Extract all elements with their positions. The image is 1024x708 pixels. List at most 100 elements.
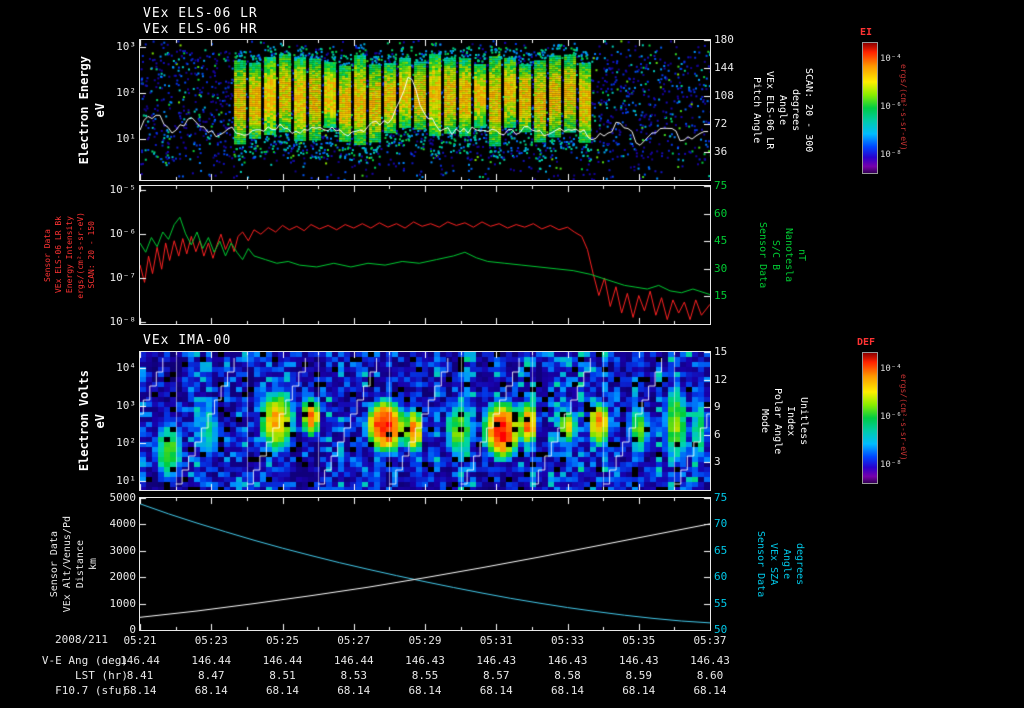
axis-label-line: nT <box>796 248 807 262</box>
time-tick-label: 05:29 <box>408 634 442 647</box>
y-axis-tick-label: 10² <box>116 436 136 450</box>
axis-label-line: Electron Energy <box>77 55 91 165</box>
data-row-value: 8.55 <box>411 669 439 682</box>
time-tick-label: 05:21 <box>123 634 157 647</box>
right-axis-tick-label: 70 <box>714 517 728 531</box>
axis-label-line: Distance <box>75 539 86 589</box>
time-tick-label: 05:35 <box>622 634 656 647</box>
right-axis-tick-label: 108 <box>714 89 734 102</box>
axis-label-line: Mode <box>759 408 770 434</box>
right-axis-tick-label: 144 <box>714 61 734 74</box>
y-axis-tick-label: 10⁻⁷ <box>109 271 137 284</box>
colorbar-tick-label: 10⁻⁸ <box>880 460 902 471</box>
data-row-value: 68.14 <box>550 684 585 697</box>
axis-label-line: eV <box>93 102 107 118</box>
els-bk-field-plot-area <box>140 186 710 324</box>
panel1-left-axis-label: Electron Energy eV <box>76 40 108 180</box>
right-axis-tick-label: 65 <box>714 543 728 557</box>
data-row-value: 146.43 <box>405 654 445 667</box>
data-row-value: 68.14 <box>337 684 371 697</box>
time-tick-label: 05:23 <box>194 634 228 647</box>
y-axis-tick-label: 1000 <box>109 596 137 610</box>
axis-label-line: Nanotesla <box>783 227 794 283</box>
data-row-value: 68.14 <box>622 684 656 697</box>
vex-orbit-summary-plot: VEx ELS-06 LR VEx ELS-06 HR VEx IMA-00 E… <box>0 0 1024 708</box>
panel3-title-ima: VEx IMA-00 <box>143 333 232 348</box>
axis-label-line: Angle <box>781 548 792 580</box>
data-row-value: 68.14 <box>479 684 513 697</box>
colorbar-ei <box>862 42 878 174</box>
y-axis-tick-label: 10⁻⁶ <box>109 227 137 241</box>
data-row-value: 146.43 <box>690 654 730 667</box>
colorbar-ei-gradient <box>863 43 877 173</box>
ima-spectrogram-plot-area <box>140 352 710 490</box>
data-row-value: 146.44 <box>262 654 303 667</box>
data-row-value: 146.43 <box>618 654 659 667</box>
panel1-right-axis-label: Pitch Angle VEx ELS-06 LR Angle degrees SCAN… <box>750 40 815 180</box>
y-axis-tick-label: 5000 <box>109 491 137 504</box>
data-row-value: 146.43 <box>476 654 517 667</box>
right-axis-tick-label: 55 <box>714 596 728 610</box>
right-axis-tick-label: 60 <box>714 206 728 220</box>
panel1-title-hr: VEx ELS-06 HR <box>143 22 258 37</box>
axis-label-line: Energy Intensity <box>65 216 74 294</box>
right-axis-tick-label: 6 <box>714 427 721 441</box>
data-row-value: 8.51 <box>269 669 296 682</box>
axis-label-line: eV <box>93 413 107 429</box>
time-tick-label: 05:27 <box>337 634 371 647</box>
axis-label-line: ergs/(cm²-s-sr-eV) <box>76 211 85 299</box>
axis-label-line: Sensor Data <box>43 228 52 282</box>
right-axis-tick-label: 15 <box>714 289 728 303</box>
y-axis-tick-label: 10⁴ <box>116 360 136 374</box>
y-axis-tick-label: 10¹ <box>116 131 136 145</box>
colorbar-def <box>862 352 878 484</box>
orbit-geometry-frame <box>139 497 711 631</box>
data-row-value: 8.58 <box>554 669 581 682</box>
data-row-value: 8.60 <box>696 669 724 682</box>
right-axis-tick-label: 30 <box>714 261 728 275</box>
panel2-right-axis-label: Sensor Data S/C B Nanotesla nT <box>756 186 808 324</box>
colorbar-def-title: DEF <box>857 337 876 348</box>
axis-label-line: Sensor Data <box>49 530 60 598</box>
panel1-title-lr: VEx ELS-06 LR <box>143 6 258 21</box>
panel4-right-axis-label: Sensor Data VEx SZA Angle degrees <box>754 498 806 630</box>
right-axis-tick-label: 12 <box>714 372 728 386</box>
right-axis-tick-label: 180 <box>714 33 734 46</box>
data-row-value: 68.14 <box>123 684 157 697</box>
time-tick-label: 05:25 <box>265 634 300 647</box>
right-axis-tick-label: 75 <box>714 179 728 192</box>
y-axis-tick-label: 4000 <box>109 517 137 531</box>
data-row-value: 146.44 <box>120 654 160 667</box>
data-row-value: 8.57 <box>483 669 510 682</box>
right-axis-tick-label: 75 <box>714 491 728 504</box>
axis-label-line: VEx Alt/Venus/Pd <box>62 515 73 613</box>
data-row-value: 68.14 <box>265 684 300 697</box>
axis-label-line: Angle <box>777 94 788 126</box>
y-axis-tick-label: 10² <box>116 85 136 99</box>
els-spectrogram-plot-area <box>140 40 710 180</box>
data-row-value: 8.53 <box>340 669 368 682</box>
colorbar-ei-title: EI <box>860 27 873 38</box>
data-row-value: 146.43 <box>547 654 588 667</box>
y-axis-tick-label: 3000 <box>109 543 137 557</box>
colorbar-tick-label: 10⁻⁶ <box>880 102 902 112</box>
time-tick-label: 05:37 <box>693 634 727 647</box>
right-axis-tick-label: 36 <box>714 145 728 158</box>
els-bk-field-frame <box>139 185 711 325</box>
right-axis-tick-label: 3 <box>714 455 721 469</box>
colorbar-tick-label: 10⁻⁴ <box>880 363 902 374</box>
els-spectrogram-frame <box>139 39 711 181</box>
data-row-value: 68.14 <box>194 684 228 697</box>
y-axis-tick-label: 10¹ <box>116 474 136 488</box>
axis-label-line: VEx ELS-06 LR <box>764 70 775 150</box>
y-axis-tick-label: 2000 <box>109 570 137 584</box>
axis-label-line: km <box>88 557 99 571</box>
axis-label-line: VEx ELS-06 LR Bk <box>54 216 63 294</box>
right-axis-tick-label: 45 <box>714 234 728 248</box>
colorbar-def-gradient <box>863 353 877 483</box>
ima-spectrogram-frame <box>139 351 711 491</box>
axis-label-line: Electron Volts <box>77 370 91 472</box>
axis-label-line: degrees <box>794 542 805 586</box>
axis-label-line: SCAN: 20 - 300 <box>803 67 814 153</box>
panel3-right-axis-label: Mode Polar Angle Index Unitless <box>758 352 810 490</box>
